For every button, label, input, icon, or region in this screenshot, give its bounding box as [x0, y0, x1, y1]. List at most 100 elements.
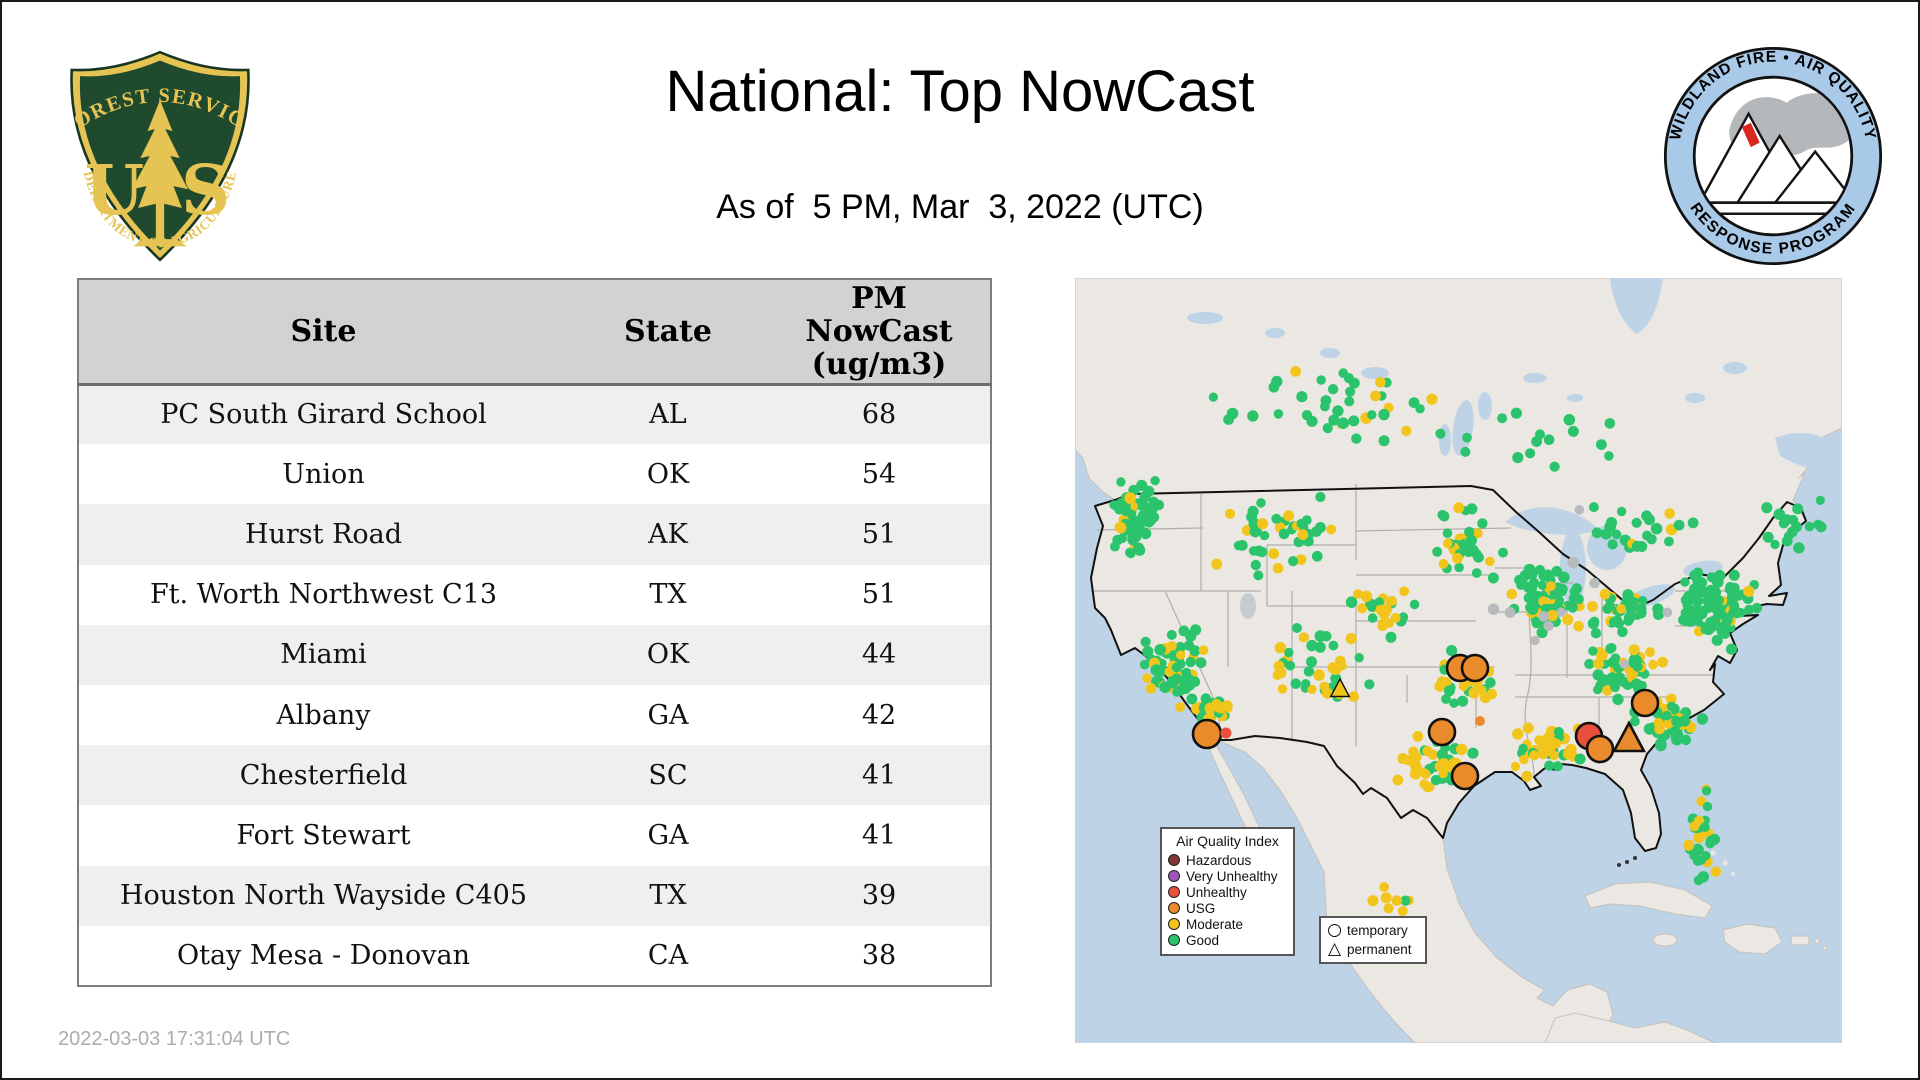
great-salt-lake [1240, 593, 1256, 619]
site-cell: Miami [280, 639, 367, 671]
aqi-dot [1701, 851, 1711, 861]
table-row: Hurst Road AK 51 [78, 504, 991, 565]
aqi-dot [1525, 602, 1535, 613]
aqi-dot [1110, 541, 1120, 552]
site-marker-circle [1427, 717, 1457, 747]
aqi-dot [1174, 685, 1186, 696]
aqi-dot [1543, 746, 1553, 756]
aqi-dot [1344, 396, 1355, 407]
aqi-dot [1332, 405, 1344, 417]
aqi-dot [1364, 679, 1375, 690]
aqi-dot [1246, 511, 1258, 523]
site-marker-circle [1475, 716, 1485, 726]
aqi-dot [1415, 404, 1425, 414]
aqi-dot [1538, 611, 1549, 622]
aqi-dot [1247, 410, 1259, 422]
aqi-legend-item: Very Unhealthy [1168, 868, 1287, 884]
aqi-dot [1185, 656, 1196, 668]
aqi-dot [1673, 519, 1685, 531]
bahamas-speck [1731, 872, 1735, 876]
aqi-dot [1313, 669, 1325, 681]
value-cell: 54 [861, 458, 897, 490]
aqi-dot [1773, 508, 1786, 521]
table-row: Albany GA 42 [78, 684, 991, 746]
aqi-dot [1510, 407, 1522, 419]
aqi-dot [1190, 624, 1202, 636]
aqi-dot [1142, 646, 1154, 658]
site-cell: Hurst Road [244, 518, 403, 550]
top-nowcast-table: Site State PM NowCast (ug/m3) PC South Gir… [77, 278, 992, 987]
aqi-dot [1410, 761, 1422, 773]
aqi-dot [1555, 596, 1565, 606]
aqi-dot [1272, 670, 1283, 680]
column-header-state: State [568, 279, 768, 386]
aqi-dot [1725, 643, 1738, 655]
aqi-dot [1467, 544, 1479, 556]
site-cell: Albany [276, 699, 371, 731]
aqi-dot [1525, 448, 1536, 459]
aqi-dot [1385, 631, 1397, 643]
aqi-dot [1195, 657, 1207, 669]
aqi-dot [1298, 632, 1309, 643]
aqi-dot [1438, 558, 1449, 569]
aqi-dot [1327, 662, 1339, 674]
aqi-dot [1728, 569, 1740, 581]
aqi-dot [1114, 522, 1124, 532]
aqi-dot [1680, 614, 1692, 626]
aqi-dot [1316, 375, 1326, 385]
aqi-dot [1278, 528, 1290, 540]
site-cell: Chesterfield [239, 759, 408, 791]
aqi-dot [1277, 684, 1288, 694]
table-row: Fort Stewart GA 41 [78, 805, 991, 866]
aqi-dot [1593, 685, 1603, 695]
aqi-dot [1696, 713, 1709, 725]
value-cell: 51 [861, 579, 897, 611]
aqi-dot [1573, 594, 1584, 605]
aqi-legend-label: Hazardous [1186, 852, 1252, 868]
aqi-dot [1607, 676, 1619, 688]
aqi-dot [1272, 563, 1284, 574]
aqi-dot [1150, 664, 1162, 676]
aqi-dot [1477, 518, 1488, 529]
aqi-dot [1142, 673, 1152, 684]
aqi-dot [1587, 601, 1598, 612]
aqi-dot [1641, 510, 1652, 522]
aqi-dot [1452, 552, 1463, 564]
aqi-dot [1549, 461, 1560, 472]
aqi-dot [1297, 529, 1309, 541]
aqi-dot [1705, 617, 1716, 627]
aqi-dot [1337, 417, 1350, 429]
aqi-dot [1466, 503, 1478, 515]
aqi-dot [1198, 645, 1209, 655]
aqi-dot [1303, 666, 1315, 677]
state-cell: GA [647, 699, 689, 731]
aqi-dot [1468, 687, 1480, 699]
aqi-map: Air Quality Index Hazardous Very Unhealth… [1075, 278, 1842, 1043]
aqi-dot [1625, 604, 1637, 615]
aqi-dot [1678, 715, 1691, 727]
aqi-dot [1274, 642, 1286, 654]
aqi-dot [1534, 564, 1545, 575]
aqi-dot [1320, 631, 1332, 642]
aqi-legend-item: Good [1168, 932, 1287, 948]
aqi-dot [1386, 595, 1397, 607]
aqi-dot [1725, 581, 1735, 592]
aqi-dot [1648, 659, 1658, 670]
aqi-dot [1645, 647, 1655, 657]
aqi-dot [1438, 511, 1450, 522]
marker-legend-label: temporary [1347, 923, 1408, 938]
aqi-dot [1454, 562, 1464, 573]
aqi-dot [1462, 432, 1472, 443]
aqi-dot [1815, 495, 1825, 505]
aqi-dot [1397, 906, 1408, 916]
aqi-dot [1306, 639, 1318, 652]
report-page: FOREST SERVICE U S DEPARTMENT OF AGRICUL… [0, 0, 1920, 1080]
aqi-dot [1720, 629, 1730, 639]
aqi-dot [1443, 538, 1453, 549]
aqi-legend-label: Unhealthy [1186, 884, 1247, 900]
aqi-dot [1401, 425, 1412, 437]
aqi-dot [1183, 640, 1195, 651]
aqi-dot [1354, 653, 1364, 663]
aqi-dot [1544, 760, 1555, 771]
value-cell: 68 [861, 399, 897, 431]
